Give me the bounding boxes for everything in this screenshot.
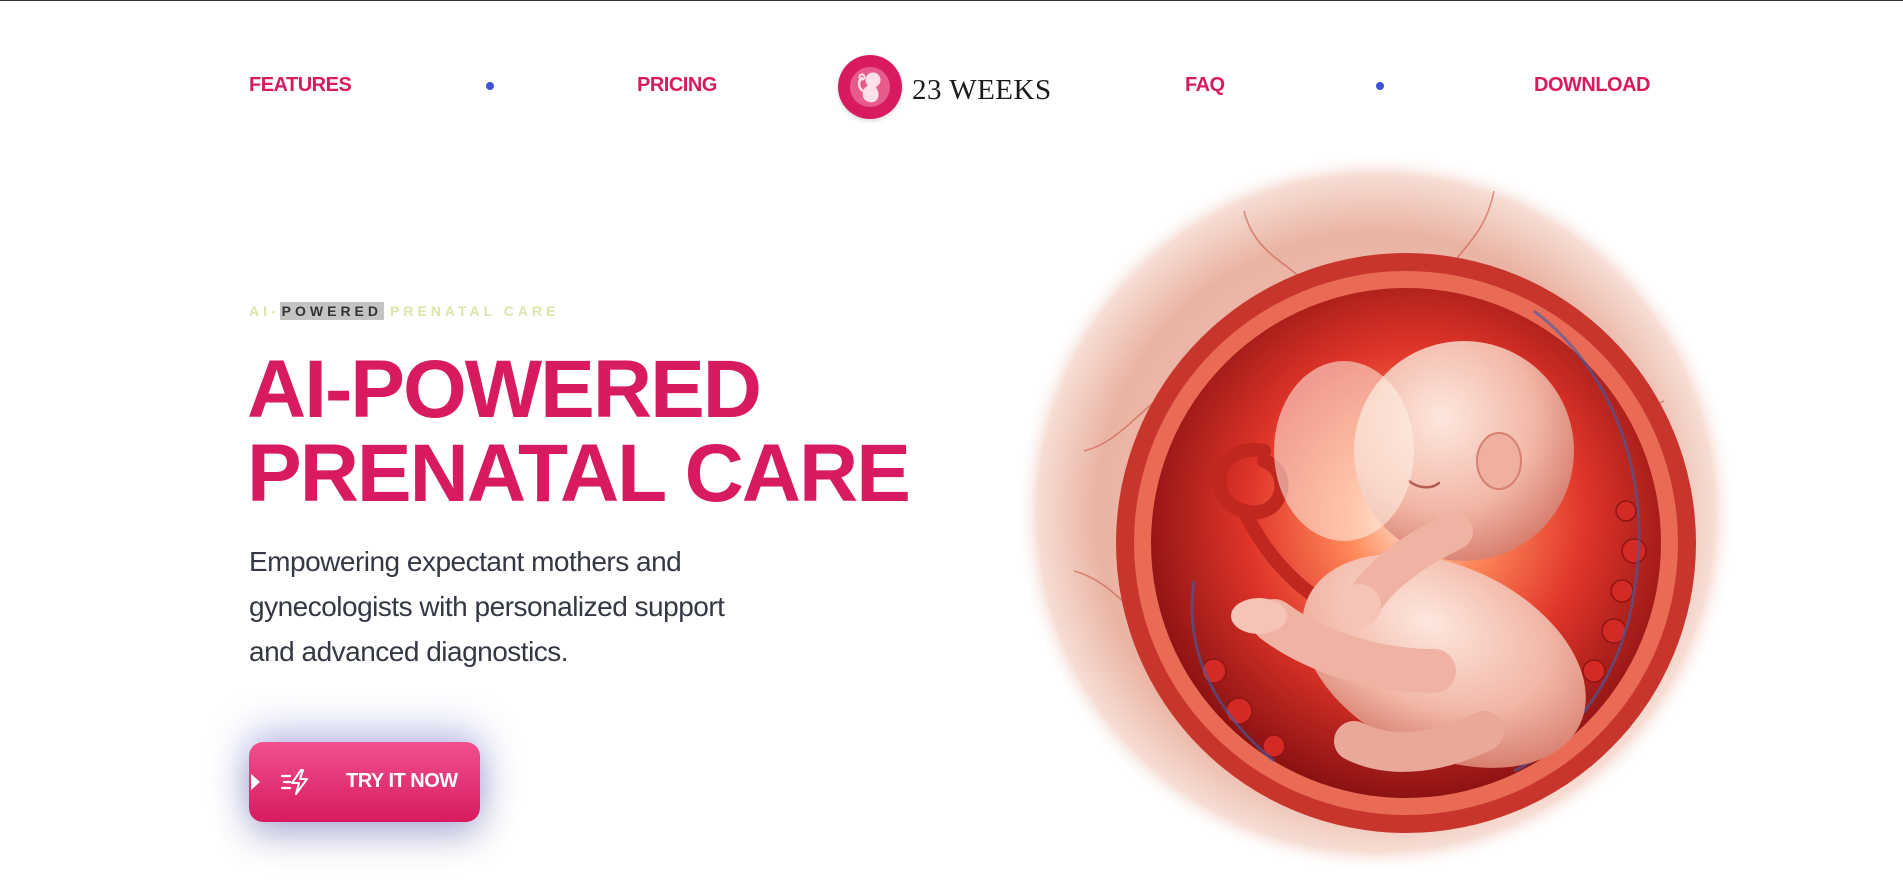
try-it-now-button[interactable]: TRY IT NOW: [249, 742, 480, 822]
lightning-icon: [280, 769, 309, 795]
hero-description-line: Empowering expectant mothers and: [249, 546, 682, 577]
eyebrow-prefix: AI-: [249, 303, 280, 319]
dot-icon: [1376, 82, 1384, 90]
hero-title: AI-POWERED PRENATAL CARE: [247, 344, 911, 519]
hero-description-line: gynecologists with personalized support: [249, 591, 725, 622]
hero-title-line: PRENATAL CARE: [247, 428, 911, 519]
nav-link-features[interactable]: FEATURES: [249, 74, 352, 97]
eyebrow-suffix: PRENATAL CARE: [390, 303, 560, 319]
fetus-in-womb-illustration: [1014, 151, 1738, 875]
fetus-logo-icon: [838, 55, 902, 119]
play-notch-icon: [251, 774, 260, 790]
landing-page: FEATURES PRICING 23 WEEKS FAQ DOWNLOAD A…: [0, 0, 1903, 896]
cta-label: TRY IT NOW: [346, 770, 458, 792]
nav-link-download[interactable]: DOWNLOAD: [1534, 74, 1650, 97]
brand-logo-link[interactable]: 23 WEEKS: [838, 55, 1052, 119]
nav-link-faq[interactable]: FAQ: [1185, 74, 1225, 97]
hero-description: Empowering expectant mothers and gynecol…: [249, 539, 809, 674]
hero-eyebrow: AI- POWERED PRENATAL CARE: [249, 302, 559, 320]
eyebrow-highlight: POWERED: [279, 302, 385, 320]
dot-icon: [486, 82, 494, 90]
hero-description-line: and advanced diagnostics.: [249, 636, 569, 667]
hero-title-line: AI-POWERED: [247, 344, 762, 435]
nav-link-pricing[interactable]: PRICING: [637, 74, 717, 97]
brand-name: 23 WEEKS: [912, 73, 1052, 106]
